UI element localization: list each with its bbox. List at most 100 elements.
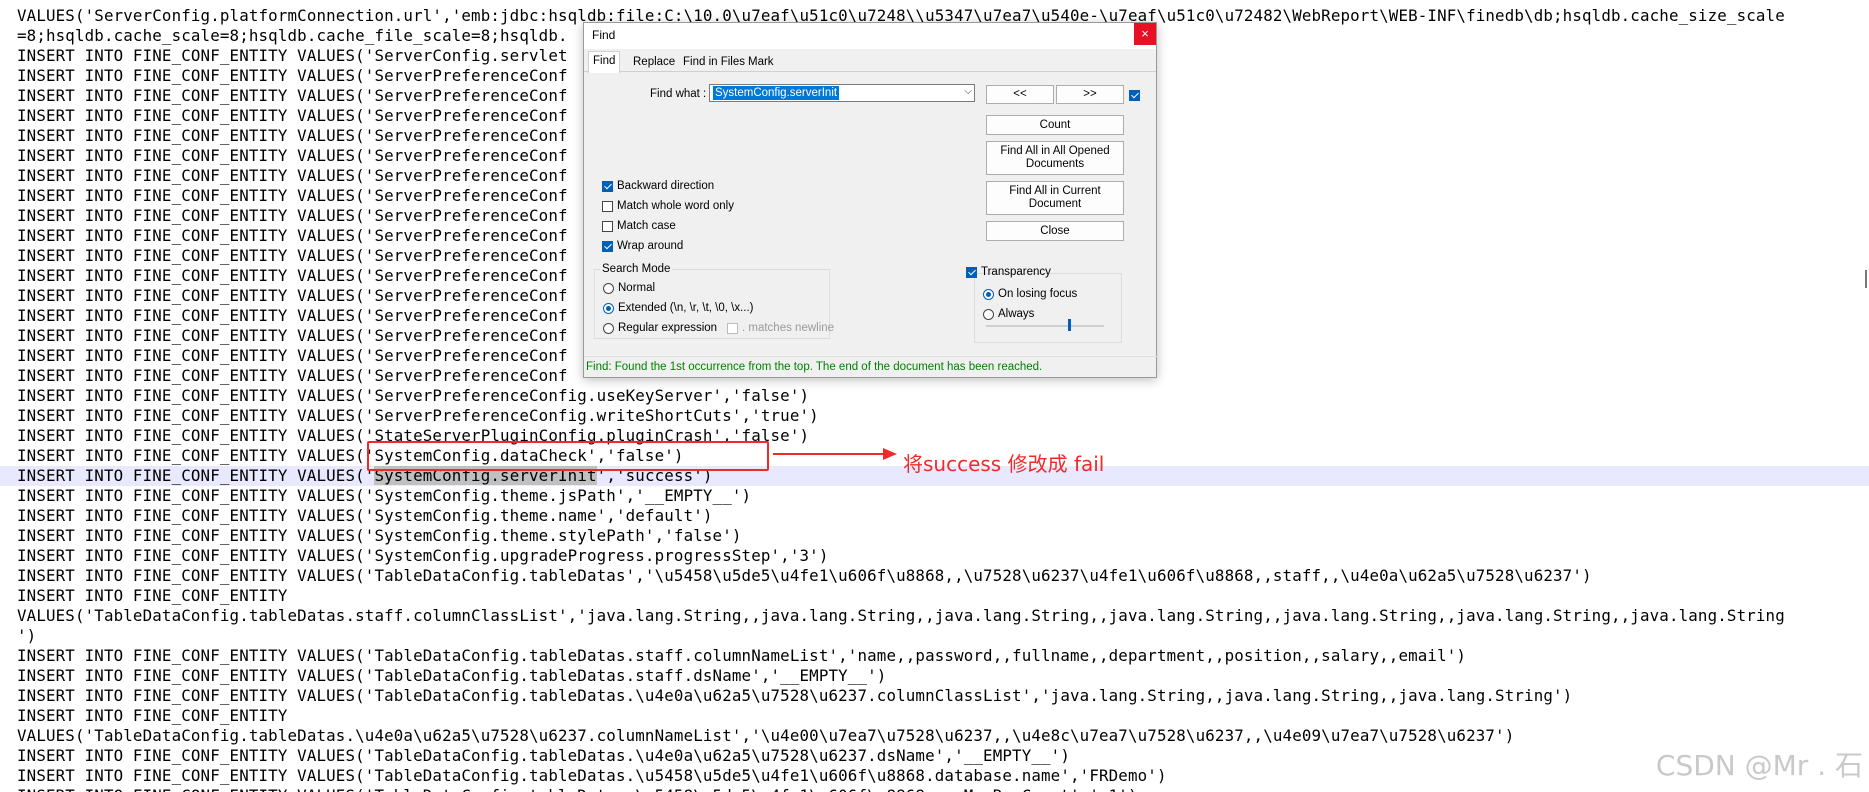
transparency-slider[interactable]	[986, 325, 1104, 327]
code-text: INSERT INTO FINE_CONF_ENTITY VALUES('Ser…	[17, 166, 568, 185]
backward-direction-label: Backward direction	[617, 180, 715, 192]
tab-find[interactable]: Find	[588, 51, 621, 73]
find-what-input[interactable]: SystemConfig.serverInit ⌵	[709, 84, 975, 102]
find-all-current-button[interactable]: Find All in Current Document	[986, 181, 1124, 215]
code-text: INSERT INTO FINE_CONF_ENTITY VALUES('Sys…	[17, 526, 742, 545]
code-line: INSERT INTO FINE_CONF_ENTITY VALUES('Sys…	[17, 526, 1869, 546]
backward-direction-box[interactable]	[602, 180, 613, 192]
regex-radio-dot[interactable]	[603, 322, 614, 334]
code-text: INSERT INTO FINE_CONF_ENTITY VALUES('Tab…	[17, 766, 1167, 785]
code-line: INSERT INTO FINE_CONF_ENTITY	[17, 586, 1869, 606]
tab-find-in-files[interactable]: Find in Files	[679, 53, 749, 71]
match-whole-word-box[interactable]	[602, 200, 613, 212]
annotation-arrow-icon	[773, 448, 897, 460]
code-line: INSERT INTO FINE_CONF_ENTITY VALUES('Sys…	[17, 486, 1869, 506]
close-icon[interactable]: ×	[1134, 23, 1156, 45]
match-whole-word-checkbox[interactable]: Match whole word only	[602, 200, 734, 212]
extended-radio-dot[interactable]	[603, 302, 614, 314]
code-line: INSERT INTO FINE_CONF_ENTITY VALUES('Tab…	[17, 566, 1869, 586]
search-mode-regex-radio[interactable]: Regular expression	[603, 322, 717, 334]
code-line: INSERT INTO FINE_CONF_ENTITY	[17, 706, 1869, 726]
match-whole-word-label: Match whole word only	[617, 200, 734, 212]
find-what-value: SystemConfig.serverInit	[713, 86, 840, 100]
code-text: INSERT INTO FINE_CONF_ENTITY VALUES('Ser…	[17, 326, 568, 345]
wrap-around-label: Wrap around	[617, 240, 684, 252]
status-message: Find: Found the 1st occurrence from the …	[584, 356, 1158, 377]
transparency-slider-thumb[interactable]	[1067, 319, 1071, 331]
match-case-label: Match case	[617, 220, 676, 232]
backward-direction-checkbox[interactable]: Backward direction	[602, 180, 714, 192]
find-next-button[interactable]: >>	[1056, 85, 1124, 104]
match-case-box[interactable]	[602, 220, 613, 232]
code-line: INSERT INTO FINE_CONF_ENTITY VALUES('Sta…	[17, 426, 1869, 446]
code-text: INSERT INTO FINE_CONF_ENTITY VALUES('Ser…	[17, 146, 568, 165]
matches-newline-checkbox: . matches newline	[727, 322, 834, 334]
tab-replace[interactable]: Replace	[629, 53, 679, 71]
code-line: INSERT INTO FINE_CONF_ENTITY VALUES('Tab…	[17, 786, 1869, 792]
code-text: INSERT INTO FINE_CONF_ENTITY	[17, 586, 288, 605]
editor-gutter	[0, 0, 12, 792]
on-losing-focus-radio[interactable]: On losing focus	[983, 288, 1077, 300]
code-line: INSERT INTO FINE_CONF_ENTITY VALUES('Tab…	[17, 666, 1869, 686]
code-text: INSERT INTO FINE_CONF_ENTITY VALUES('Ser…	[17, 46, 568, 65]
code-line: INSERT INTO FINE_CONF_ENTITY VALUES('Ser…	[17, 406, 1869, 426]
annotation-text: 将success 修改成 fail	[903, 452, 1105, 476]
code-text: INSERT INTO FINE_CONF_ENTITY VALUES('Ser…	[17, 306, 568, 325]
code-line: VALUES('TableDataConfig.tableDatas.staff…	[17, 606, 1869, 626]
watermark: CSDN @Mr . 石	[1655, 749, 1863, 782]
code-text: INSERT INTO FINE_CONF_ENTITY VALUES('Ser…	[17, 346, 568, 365]
code-line: INSERT INTO FINE_CONF_ENTITY VALUES('Sys…	[17, 546, 1869, 566]
find-all-opened-button[interactable]: Find All in All Opened Documents	[986, 141, 1124, 175]
normal-label: Normal	[618, 282, 656, 294]
code-line: INSERT INTO FINE_CONF_ENTITY VALUES('Sys…	[17, 506, 1869, 526]
code-text: INSERT INTO FINE_CONF_ENTITY VALUES('Sys…	[17, 506, 713, 525]
always-radio[interactable]: Always	[983, 308, 1034, 320]
match-case-checkbox[interactable]: Match case	[602, 220, 676, 232]
scrollbar-thumb[interactable]	[1865, 270, 1867, 288]
code-text: INSERT INTO FINE_CONF_ENTITY VALUES('Tab…	[17, 666, 887, 685]
extended-label: Extended (\n, \r, \t, \0, \x...)	[618, 302, 754, 314]
always-dot[interactable]	[983, 308, 994, 320]
find-previous-button[interactable]: <<	[986, 85, 1054, 104]
code-text: =8;hsqldb.cache_scale=8;hsqldb.cache_fil…	[17, 26, 568, 45]
code-text: INSERT INTO FINE_CONF_ENTITY	[17, 706, 288, 725]
code-line: VALUES('TableDataConfig.tableDatas.\u4e0…	[17, 726, 1869, 746]
code-line: ')	[17, 626, 1869, 646]
code-text: INSERT INTO FINE_CONF_ENTITY VALUES('Ser…	[17, 286, 568, 305]
code-line: INSERT INTO FINE_CONF_ENTITY VALUES('Tab…	[17, 646, 1869, 666]
transparency-checkbox[interactable]: Transparency	[966, 266, 1051, 278]
transparency-group: On losing focus Always	[974, 273, 1122, 343]
search-mode-normal-radio[interactable]: Normal	[603, 282, 655, 294]
dialog-titlebar[interactable]: Find ×	[584, 23, 1156, 49]
always-label: Always	[998, 308, 1035, 320]
search-mode-group: Search Mode Normal Extended (\n, \r, \t,…	[594, 263, 834, 339]
chevron-down-icon[interactable]: ⌵	[964, 86, 972, 97]
code-line: INSERT INTO FINE_CONF_ENTITY VALUES('Tab…	[17, 766, 1869, 786]
code-text: INSERT INTO FINE_CONF_ENTITY VALUES('Ser…	[17, 246, 568, 265]
count-button[interactable]: Count	[986, 115, 1124, 135]
dialog-tabs: Find Replace Find in Files Mark	[584, 51, 1156, 73]
search-mode-extended-radio[interactable]: Extended (\n, \r, \t, \0, \x...)	[603, 302, 754, 314]
code-text: VALUES('TableDataConfig.tableDatas.\u4e0…	[17, 726, 1515, 745]
close-button[interactable]: Close	[986, 221, 1124, 241]
code-text: INSERT INTO FINE_CONF_ENTITY VALUES('Tab…	[17, 786, 1138, 792]
code-text: INSERT INTO FINE_CONF_ENTITY VALUES('Sys…	[17, 546, 829, 565]
code-text: INSERT INTO FINE_CONF_ENTITY VALUES('Tab…	[17, 566, 1592, 585]
normal-radio-dot[interactable]	[603, 282, 614, 294]
two-buttons-mode-checkbox[interactable]	[1129, 90, 1140, 101]
code-text: VALUES('TableDataConfig.tableDatas.staff…	[17, 606, 1785, 625]
on-losing-focus-label: On losing focus	[998, 288, 1078, 300]
code-text: INSERT INTO FINE_CONF_ENTITY VALUES('Ser…	[17, 106, 568, 125]
transparency-box[interactable]	[966, 266, 977, 278]
code-text: INSERT INTO FINE_CONF_ENTITY VALUES('Ser…	[17, 266, 568, 285]
on-losing-focus-dot[interactable]	[983, 288, 994, 300]
code-text: INSERT INTO FINE_CONF_ENTITY VALUES('Ser…	[17, 226, 568, 245]
wrap-around-checkbox[interactable]: Wrap around	[602, 240, 683, 252]
code-text: INSERT INTO FINE_CONF_ENTITY VALUES('Ser…	[17, 186, 568, 205]
wrap-around-box[interactable]	[602, 240, 613, 252]
code-text: INSERT INTO FINE_CONF_ENTITY VALUES('Tab…	[17, 746, 1070, 765]
code-line: INSERT INTO FINE_CONF_ENTITY VALUES('Tab…	[17, 746, 1869, 766]
code-text: INSERT INTO FINE_CONF_ENTITY VALUES('Tab…	[17, 646, 1467, 665]
code-line: INSERT INTO FINE_CONF_ENTITY VALUES('Tab…	[17, 686, 1869, 706]
tab-mark[interactable]: Mark	[744, 53, 778, 71]
